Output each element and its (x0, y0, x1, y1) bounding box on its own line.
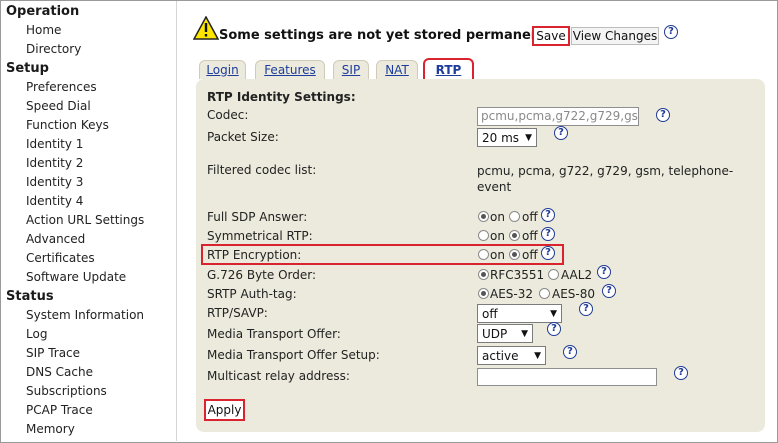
media-transport-offer-label: Media Transport Offer: (207, 327, 341, 341)
sidebar-item-advanced[interactable]: Advanced (26, 232, 85, 246)
sidebar-item-speed-dial[interactable]: Speed Dial (26, 99, 91, 113)
full-sdp-on-radio[interactable] (478, 211, 489, 222)
srtp-aes32-label: AES-32 (490, 287, 534, 301)
tab-nat[interactable]: NAT (376, 60, 418, 79)
symmetrical-rtp-off-label: off (522, 229, 538, 243)
symmetrical-rtp-label: Symmetrical RTP: (207, 229, 313, 243)
sidebar-item-identity-1[interactable]: Identity 1 (26, 137, 83, 151)
help-icon-g726[interactable]: ? (597, 265, 611, 279)
codec-label: Codec: (207, 108, 249, 122)
sidebar-item-directory[interactable]: Directory (26, 42, 81, 56)
rtp-encryption-off-label: off (522, 248, 538, 262)
symmetrical-rtp-on-label: on (490, 229, 505, 243)
media-transport-setup-select[interactable]: active ▼ (477, 346, 546, 365)
g726-aal2-radio[interactable] (548, 269, 559, 280)
help-icon-multicast-relay[interactable]: ? (674, 366, 688, 380)
save-button[interactable]: Save (532, 26, 570, 46)
sidebar-item-identity-4[interactable]: Identity 4 (26, 194, 83, 208)
view-changes-button[interactable]: View Changes (571, 27, 659, 45)
tab-features[interactable]: Features (255, 60, 325, 79)
sidebar-item-system-information[interactable]: System Information (26, 308, 144, 322)
tab-login[interactable]: Login (199, 60, 246, 79)
symmetrical-rtp-on-radio[interactable] (478, 230, 489, 241)
codec-input[interactable]: pcmu,pcma,g722,g729,gsm (477, 107, 639, 126)
g726-rfc3551-label: RFC3551 (490, 268, 545, 282)
apply-button[interactable]: Apply (204, 399, 245, 421)
rtp-encryption-on-radio[interactable] (478, 249, 489, 260)
srtp-auth-tag-label: SRTP Auth-tag: (207, 287, 297, 301)
chevron-down-icon: ▼ (521, 328, 528, 339)
sidebar-item-preferences[interactable]: Preferences (26, 80, 97, 94)
chevron-down-icon: ▼ (525, 132, 532, 143)
help-icon-full-sdp[interactable]: ? (541, 208, 555, 222)
help-icon-media-transport-setup[interactable]: ? (563, 345, 577, 359)
full-sdp-off-radio[interactable] (509, 211, 520, 222)
sidebar-item-identity-3[interactable]: Identity 3 (26, 175, 83, 189)
sidebar-item-home[interactable]: Home (26, 23, 61, 37)
unsaved-settings-notice: Some settings are not yet stored permane… (219, 28, 563, 43)
sidebar: Operation Home Directory Setup Preferenc… (1, 1, 177, 441)
rtp-savp-select[interactable]: off ▼ (477, 304, 562, 323)
help-icon-rtp-savp[interactable]: ? (579, 302, 593, 316)
help-icon-symmetrical-rtp[interactable]: ? (541, 227, 555, 241)
help-icon-packet-size[interactable]: ? (554, 126, 568, 140)
sidebar-item-subscriptions[interactable]: Subscriptions (26, 384, 107, 398)
tab-sip[interactable]: SIP (333, 60, 369, 79)
sidebar-item-software-update[interactable]: Software Update (26, 270, 126, 284)
sidebar-item-function-keys[interactable]: Function Keys (26, 118, 109, 132)
sidebar-item-action-url-settings[interactable]: Action URL Settings (26, 213, 144, 227)
warning-icon (193, 16, 219, 40)
multicast-relay-input[interactable] (477, 368, 657, 386)
full-sdp-on-label: on (490, 210, 505, 224)
packet-size-value: 20 ms (482, 130, 520, 145)
rtp-encryption-on-label: on (490, 248, 505, 262)
rtp-encryption-off-radio[interactable] (509, 249, 520, 260)
sidebar-item-sip-trace[interactable]: SIP Trace (26, 346, 80, 360)
sidebar-section-setup: Setup (6, 61, 49, 76)
help-icon-notice[interactable]: ? (664, 25, 678, 39)
full-sdp-off-label: off (522, 210, 538, 224)
sidebar-section-operation: Operation (6, 4, 80, 19)
symmetrical-rtp-off-radio[interactable] (509, 230, 520, 241)
filtered-codec-value: pcmu, pcma, g722, g729, gsm, telephone-e… (477, 164, 734, 194)
packet-size-select[interactable]: 20 ms ▼ (477, 128, 537, 147)
g726-rfc3551-radio[interactable] (478, 269, 489, 280)
g726-aal2-label: AAL2 (561, 268, 593, 282)
tab-rtp[interactable]: RTP (423, 58, 474, 79)
sidebar-item-certificates[interactable]: Certificates (26, 251, 95, 265)
multicast-relay-label: Multicast relay address: (207, 369, 350, 383)
help-icon-codec[interactable]: ? (656, 108, 670, 122)
panel-title: RTP Identity Settings: (207, 90, 356, 104)
chevron-down-icon: ▼ (550, 308, 557, 319)
media-transport-offer-value: UDP (482, 326, 508, 341)
media-transport-setup-label: Media Transport Offer Setup: (207, 348, 380, 362)
sidebar-item-dns-cache[interactable]: DNS Cache (26, 365, 93, 379)
packet-size-label: Packet Size: (207, 130, 279, 144)
sidebar-item-identity-2[interactable]: Identity 2 (26, 156, 83, 170)
sidebar-item-log[interactable]: Log (26, 327, 47, 341)
sidebar-item-memory[interactable]: Memory (26, 422, 75, 436)
full-sdp-label: Full SDP Answer: (207, 210, 308, 224)
sidebar-item-pcap-trace[interactable]: PCAP Trace (26, 403, 93, 417)
help-icon-rtp-encryption[interactable]: ? (541, 246, 555, 260)
g726-label: G.726 Byte Order: (207, 268, 317, 282)
media-transport-setup-value: active (482, 348, 519, 363)
filtered-codec-label: Filtered codec list: (207, 163, 317, 177)
srtp-aes32-radio[interactable] (478, 288, 489, 299)
srtp-aes80-label: AES-80 (552, 287, 596, 301)
srtp-aes80-radio[interactable] (539, 288, 550, 299)
help-icon-srtp[interactable]: ? (602, 284, 616, 298)
rtp-savp-label: RTP/SAVP: (207, 306, 268, 320)
help-icon-media-transport-offer[interactable]: ? (547, 322, 561, 336)
chevron-down-icon: ▼ (534, 350, 541, 361)
rtp-savp-value: off (482, 306, 498, 321)
media-transport-offer-select[interactable]: UDP ▼ (477, 324, 533, 343)
sidebar-section-status: Status (6, 289, 54, 304)
rtp-encryption-label: RTP Encryption: (207, 248, 302, 262)
